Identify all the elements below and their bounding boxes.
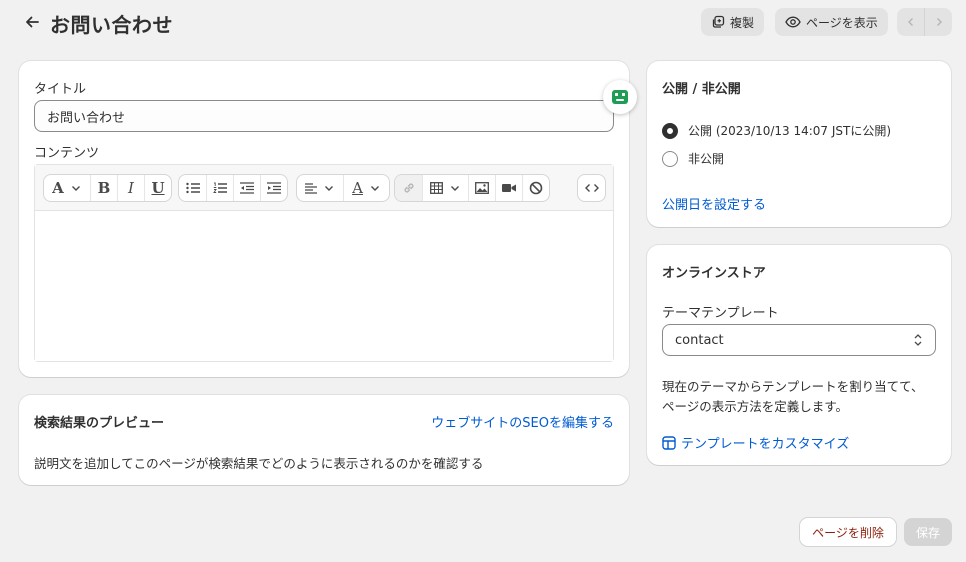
code-view-group bbox=[577, 174, 606, 202]
eye-icon bbox=[785, 16, 801, 28]
visibility-card: 公開 / 非公開 公開 (2023/10/13 14:07 JSTに公開) 非公… bbox=[647, 61, 951, 227]
insert-group bbox=[394, 174, 550, 202]
text-format-group: A B I U bbox=[43, 174, 172, 202]
customize-template-link[interactable]: テンプレートをカスタマイズ bbox=[662, 433, 849, 452]
seo-card-title: 検索結果のプレビュー bbox=[34, 416, 165, 431]
radio-hidden-label: 非公開 bbox=[688, 152, 725, 166]
show-html-button[interactable] bbox=[578, 175, 605, 201]
delete-page-button[interactable]: ページを削除 bbox=[800, 518, 896, 546]
italic-icon: I bbox=[128, 179, 134, 197]
radio-button[interactable] bbox=[662, 150, 678, 167]
editor-toolbar: A B I U A bbox=[35, 165, 613, 211]
back-button[interactable] bbox=[20, 10, 44, 34]
robot-icon bbox=[612, 90, 628, 104]
chevron-down-icon bbox=[71, 186, 80, 191]
duplicate-icon bbox=[712, 15, 725, 28]
seo-description: 説明文を追加してこのページが検索結果でどのように表示されるのかを確認する bbox=[34, 456, 484, 471]
bold-button[interactable]: B bbox=[90, 175, 117, 201]
underline-button[interactable]: U bbox=[144, 175, 171, 201]
chevron-down-icon bbox=[325, 186, 333, 191]
save-button[interactable]: 保存 bbox=[904, 518, 952, 546]
insert-image-button[interactable] bbox=[468, 175, 495, 201]
edit-seo-link[interactable]: ウェブサイトのSEOを編集する bbox=[431, 412, 614, 431]
chevron-down-icon bbox=[451, 186, 459, 191]
chevron-left-icon bbox=[907, 18, 913, 26]
list-group bbox=[178, 174, 288, 202]
view-page-button[interactable]: ページを表示 bbox=[775, 8, 888, 36]
block-icon bbox=[529, 181, 543, 195]
link-icon bbox=[403, 183, 414, 193]
text-color-icon: A bbox=[352, 179, 363, 197]
seo-preview-card: 検索結果のプレビュー ウェブサイトのSEOを編集する 説明文を追加してこのページ… bbox=[19, 395, 629, 485]
title-label: タイトル bbox=[34, 82, 87, 97]
select-chevrons-icon bbox=[914, 334, 922, 346]
indent-icon bbox=[267, 182, 281, 194]
editor-content-area[interactable] bbox=[35, 211, 613, 361]
insert-video-button[interactable] bbox=[495, 175, 522, 201]
next-page-button[interactable] bbox=[924, 8, 952, 36]
theme-template-label: テーマテンプレート bbox=[662, 306, 779, 321]
theme-template-value: contact bbox=[675, 332, 724, 348]
radio-hidden[interactable]: 非公開 bbox=[662, 150, 724, 167]
theme-template-select[interactable]: contact bbox=[662, 324, 936, 356]
arrow-left-icon bbox=[26, 16, 39, 28]
text-style-dropdown[interactable]: A bbox=[44, 175, 90, 201]
font-style-icon: A bbox=[52, 179, 64, 197]
outdent-icon bbox=[240, 182, 254, 194]
radio-visible[interactable]: 公開 (2023/10/13 14:07 JSTに公開) bbox=[662, 122, 891, 139]
duplicate-button-label: 複製 bbox=[730, 15, 755, 30]
title-input-value: お問い合わせ bbox=[47, 110, 126, 126]
video-icon bbox=[502, 184, 516, 192]
template-help-line-2: ページの表示方法を定義します。 bbox=[662, 399, 849, 414]
radio-visible-label: 公開 (2023/10/13 14:07 JSTに公開) bbox=[688, 124, 892, 138]
content-label: コンテンツ bbox=[34, 146, 100, 161]
table-dropdown[interactable] bbox=[422, 175, 468, 201]
outdent-button[interactable] bbox=[233, 175, 260, 201]
numbered-list-icon bbox=[213, 182, 227, 193]
customize-template-label: テンプレートをカスタマイズ bbox=[681, 437, 850, 452]
assistant-badge[interactable] bbox=[603, 80, 637, 114]
italic-button[interactable]: I bbox=[117, 175, 144, 201]
template-help-text: 現在のテーマからテンプレートを割り当てて、 ページの表示方法を定義します。 bbox=[662, 377, 924, 417]
page-title: お問い合わせ bbox=[50, 13, 173, 37]
image-icon bbox=[475, 182, 489, 194]
template-help-line-1: 現在のテーマからテンプレートを割り当てて、 bbox=[662, 379, 924, 394]
chevron-down-icon bbox=[370, 186, 379, 191]
link-button[interactable] bbox=[395, 175, 422, 201]
underline-icon: U bbox=[151, 179, 165, 197]
duplicate-button[interactable]: 複製 bbox=[701, 8, 765, 36]
pagination bbox=[897, 8, 952, 36]
layout-icon bbox=[662, 435, 676, 450]
bullet-list-icon bbox=[185, 182, 200, 194]
table-icon bbox=[430, 182, 443, 194]
visibility-card-title: 公開 / 非公開 bbox=[662, 82, 741, 97]
previous-page-button[interactable] bbox=[897, 8, 924, 36]
bullet-list-button[interactable] bbox=[179, 175, 206, 201]
code-icon bbox=[584, 184, 599, 192]
bold-icon: B bbox=[97, 179, 111, 197]
chevron-right-icon bbox=[936, 18, 942, 26]
rich-text-editor: A B I U A bbox=[34, 164, 614, 362]
align-left-icon bbox=[305, 183, 317, 194]
clear-format-button[interactable] bbox=[522, 175, 549, 201]
content-card: タイトル お問い合わせ コンテンツ A B I U A bbox=[19, 61, 629, 377]
indent-button[interactable] bbox=[260, 175, 287, 201]
align-dropdown[interactable] bbox=[297, 175, 343, 201]
online-store-card: オンラインストア テーマテンプレート contact 現在のテーマからテンプレー… bbox=[647, 245, 951, 465]
title-input[interactable]: お問い合わせ bbox=[34, 100, 614, 132]
set-visibility-date-link[interactable]: 公開日を設定する bbox=[662, 194, 766, 213]
align-color-group: A bbox=[296, 174, 390, 202]
view-page-button-label: ページを表示 bbox=[806, 15, 878, 30]
text-color-dropdown[interactable]: A bbox=[343, 175, 389, 201]
numbered-list-button[interactable] bbox=[206, 175, 233, 201]
online-store-card-title: オンラインストア bbox=[662, 266, 766, 281]
radio-button-selected[interactable] bbox=[662, 122, 678, 139]
